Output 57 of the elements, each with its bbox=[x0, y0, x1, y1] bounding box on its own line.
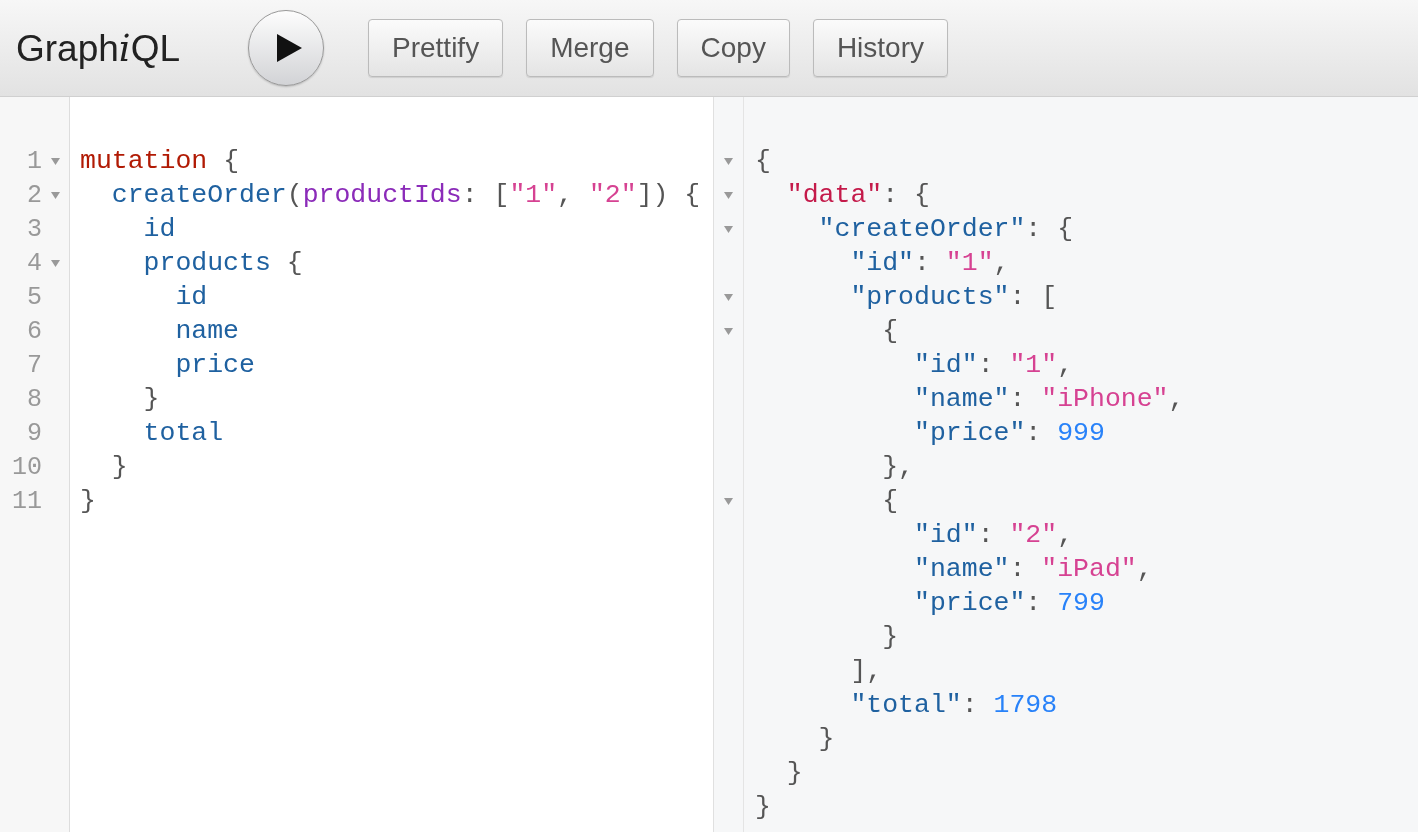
code-line: { bbox=[881, 485, 900, 518]
code-line: total bbox=[142, 417, 225, 450]
code-line: { bbox=[755, 145, 772, 178]
line-number: 1 bbox=[26, 146, 42, 176]
code-line: "id": "1", bbox=[913, 349, 1075, 382]
fold-marker-icon[interactable] bbox=[724, 191, 733, 199]
code-line: ], bbox=[849, 655, 884, 688]
line-number: 9 bbox=[26, 418, 42, 448]
code-line: "products": [ bbox=[849, 281, 1059, 314]
fold-marker-icon[interactable] bbox=[724, 497, 733, 505]
code-line: "id": "1", bbox=[849, 247, 1011, 280]
code-line: "name": "iPhone", bbox=[913, 383, 1185, 416]
fold-marker-icon[interactable] bbox=[724, 293, 733, 301]
toolbar-button[interactable]: Copy bbox=[676, 19, 790, 77]
toolbar-button[interactable]: History bbox=[812, 19, 948, 77]
play-icon bbox=[275, 33, 303, 63]
code-line: "price": 799 bbox=[913, 587, 1106, 620]
fold-marker-icon[interactable] bbox=[50, 157, 60, 165]
fold-marker-icon[interactable] bbox=[724, 225, 733, 233]
line-number: 11 bbox=[11, 486, 42, 516]
line-number: 8 bbox=[26, 384, 42, 414]
code-line: "name": "iPad", bbox=[913, 553, 1154, 586]
code-line: } bbox=[785, 757, 804, 790]
line-number: 5 bbox=[26, 282, 42, 312]
line-number: 6 bbox=[26, 316, 42, 346]
code-line: products { bbox=[142, 247, 304, 280]
code-line: mutation { bbox=[80, 145, 241, 178]
code-line: "createOrder": { bbox=[817, 213, 1075, 246]
fold-marker-icon[interactable] bbox=[50, 259, 60, 267]
code-line: "total": 1798 bbox=[849, 689, 1059, 722]
code-line: createOrder(productIds: ["1", "2"]) { bbox=[110, 179, 701, 212]
code-line: }, bbox=[881, 451, 916, 484]
code-line: price bbox=[174, 349, 256, 382]
line-number: 7 bbox=[26, 350, 42, 380]
code-line: } bbox=[755, 791, 772, 824]
code-line: } bbox=[881, 621, 900, 654]
code-line: "price": 999 bbox=[913, 417, 1106, 450]
fold-marker-icon[interactable] bbox=[724, 327, 733, 335]
code-line: id bbox=[174, 281, 209, 314]
toolbar-button[interactable]: Prettify bbox=[368, 19, 504, 77]
line-number: 10 bbox=[11, 452, 42, 482]
code-line: id bbox=[142, 213, 177, 246]
app-logo: GraphiQL bbox=[16, 26, 182, 70]
code-line: name bbox=[174, 315, 241, 348]
code-line: } bbox=[142, 383, 161, 416]
fold-marker-icon[interactable] bbox=[50, 191, 60, 199]
toolbar-button[interactable]: Merge bbox=[526, 19, 654, 77]
line-number: 2 bbox=[26, 180, 42, 210]
code-line: { bbox=[881, 315, 900, 348]
code-line: } bbox=[817, 723, 836, 756]
code-line: } bbox=[110, 451, 129, 484]
line-number: 3 bbox=[26, 214, 42, 244]
fold-marker-icon[interactable] bbox=[724, 157, 733, 165]
line-number: 4 bbox=[26, 248, 42, 278]
code-line: "id": "2", bbox=[913, 519, 1075, 552]
code-line: } bbox=[80, 485, 97, 518]
code-line: "data": { bbox=[785, 179, 931, 212]
